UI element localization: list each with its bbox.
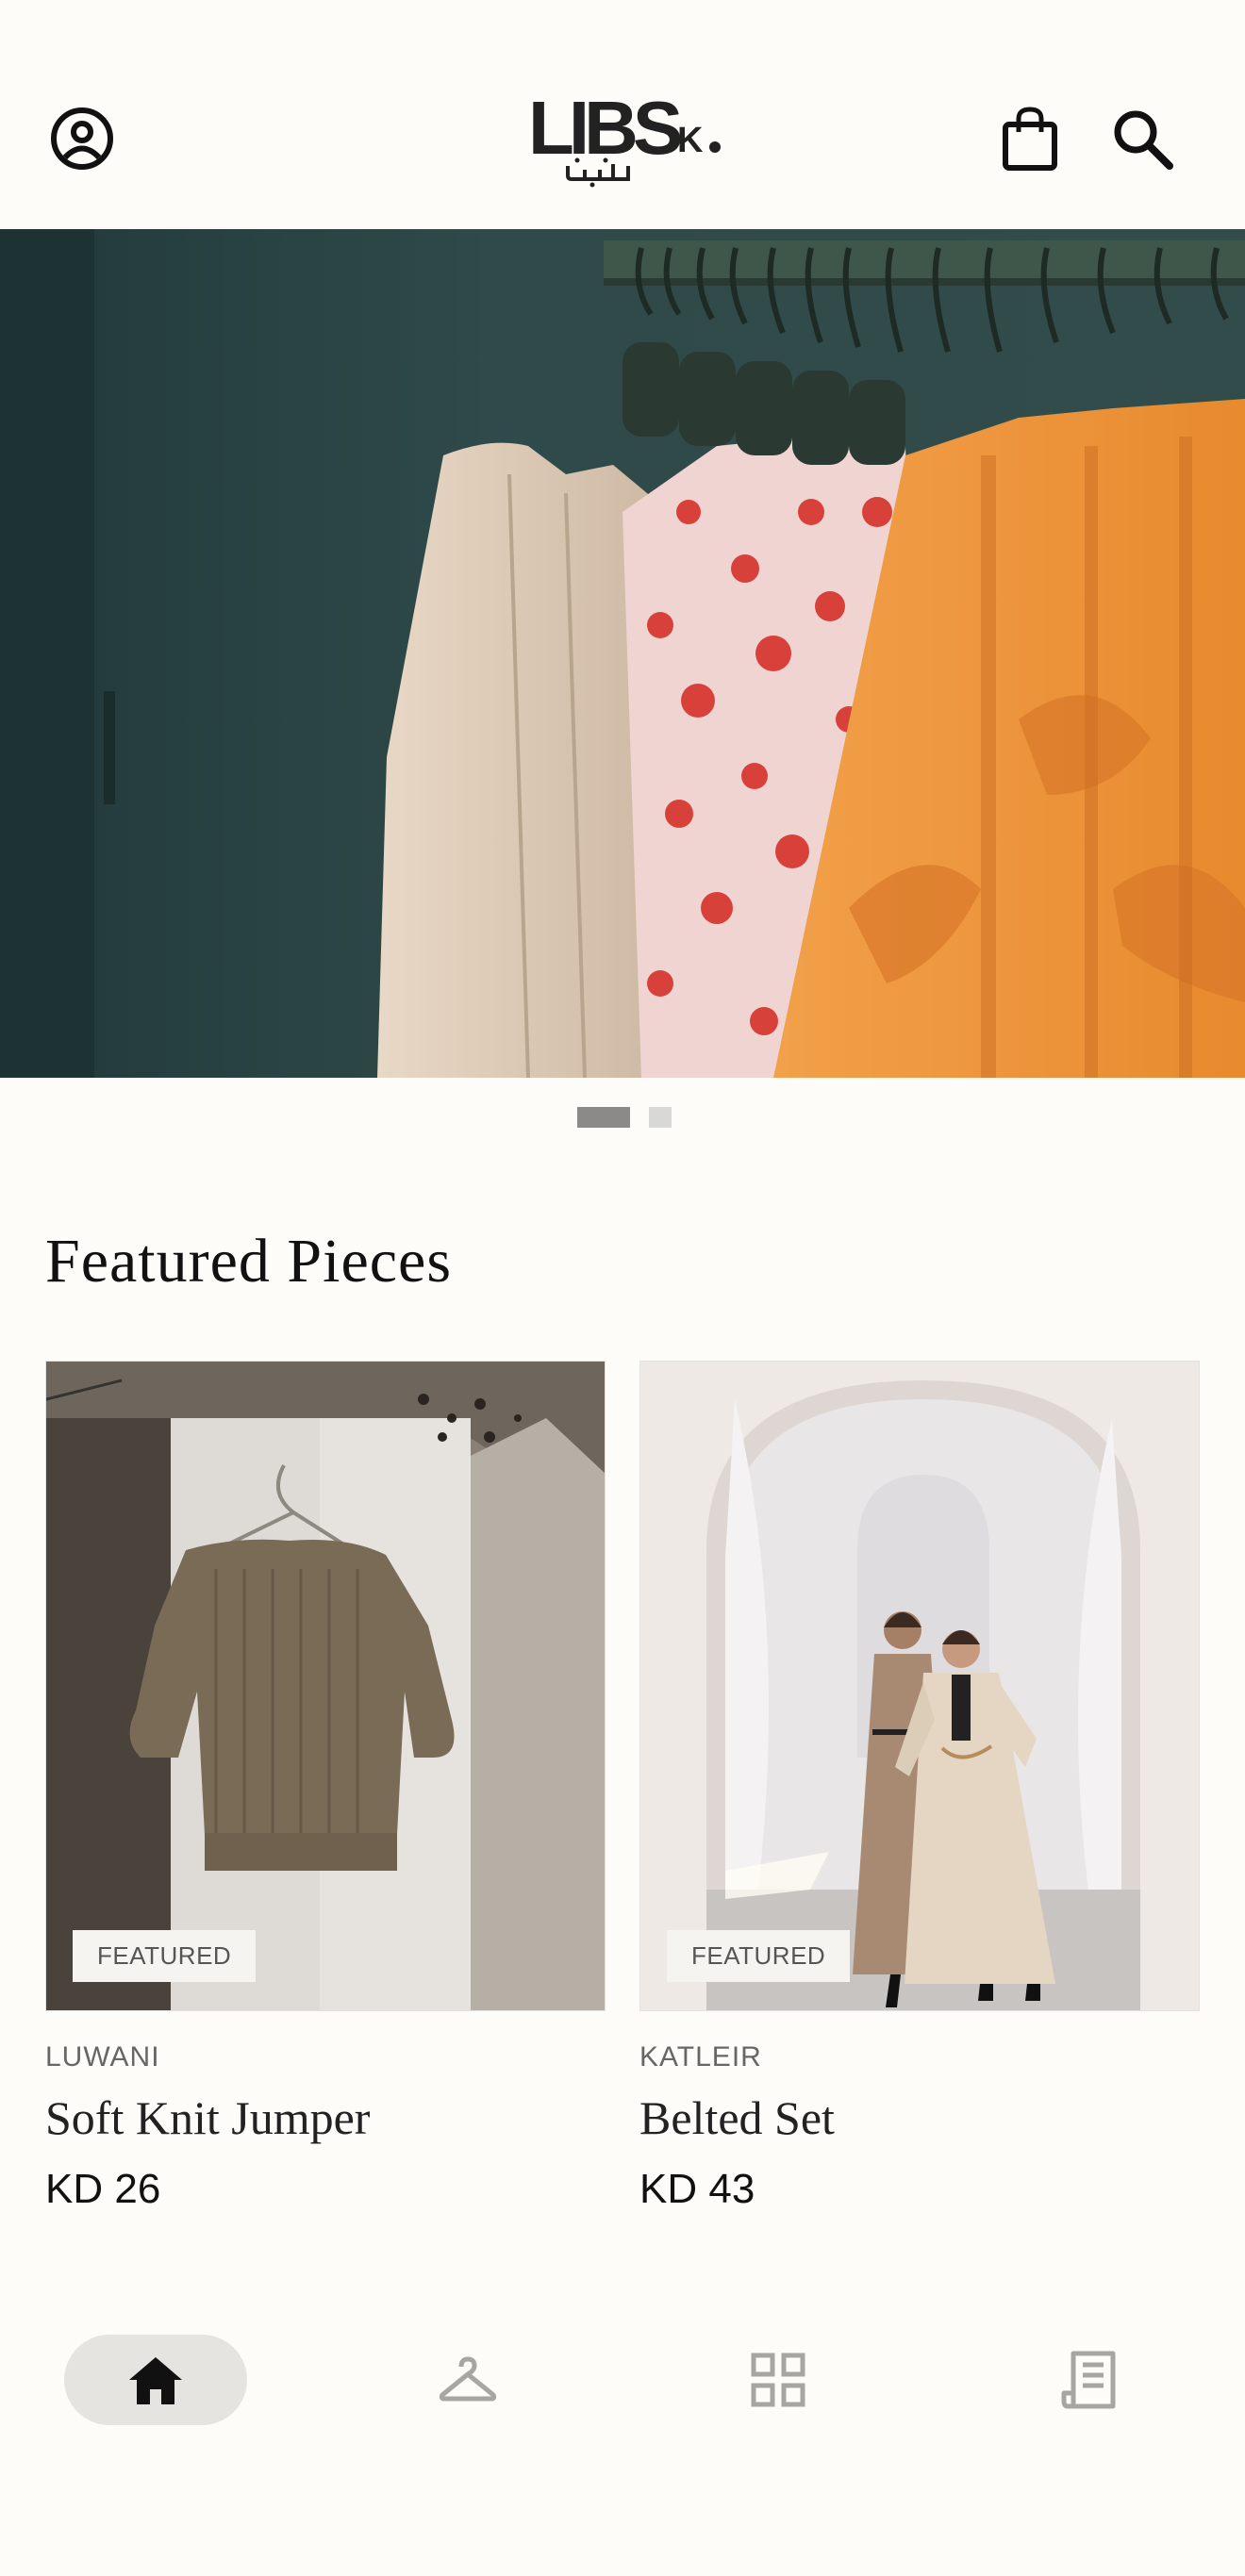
search-icon [1114, 110, 1173, 170]
product-image[interactable]: FEATURED [639, 1361, 1200, 2011]
nav-wardrobe[interactable] [421, 2335, 515, 2425]
shopping-bag-icon [1003, 107, 1057, 171]
nav-categories[interactable] [731, 2335, 825, 2425]
product-brand: KATLEIR [639, 2041, 762, 2072]
nav-orders[interactable] [1041, 2335, 1136, 2425]
product-name[interactable]: Soft Knit Jumper [45, 2090, 606, 2145]
section-title: Featured Pieces [45, 1227, 453, 1296]
featured-badge: FEATURED [73, 1930, 257, 1982]
account-button[interactable] [38, 94, 126, 183]
featured-badge: FEATURED [667, 1930, 851, 1982]
brand-logo[interactable]: LIBS K [528, 91, 726, 194]
bottom-navigation [0, 2310, 1245, 2480]
knit-jumper-photo [46, 1362, 605, 2010]
nav-home[interactable] [64, 2335, 247, 2425]
home-icon [129, 2357, 182, 2404]
app-header: LIBS K [0, 0, 1245, 229]
logo-arabic-mark [566, 157, 630, 188]
hanger-icon [439, 2356, 497, 2402]
shopping-bag-button[interactable] [988, 94, 1071, 183]
product-image[interactable]: FEATURED [45, 1361, 606, 2011]
product-brand: LUWANI [45, 2041, 160, 2072]
grid-icon [751, 2353, 805, 2407]
logo-text: LIBS [528, 86, 683, 170]
logo-dot [709, 141, 721, 153]
receipt-icon [1061, 2351, 1116, 2409]
product-price: KD 43 [639, 2166, 755, 2212]
search-button[interactable] [1098, 94, 1187, 183]
clothing-rack-photo [0, 229, 1245, 1078]
logo-suffix: K [677, 121, 704, 160]
carousel-indicators [577, 1106, 672, 1129]
product-card[interactable]: FEATURED LUWANI Soft Knit Jumper KD 26 [45, 1361, 606, 2213]
carousel-dot[interactable] [649, 1107, 672, 1128]
belted-set-photo [640, 1362, 1199, 2010]
hero-banner-image[interactable] [0, 229, 1245, 1078]
product-card[interactable]: FEATURED KATLEIR Belted Set KD 43 [639, 1361, 1200, 2213]
carousel-dot-active[interactable] [577, 1107, 630, 1128]
product-price: KD 26 [45, 2166, 161, 2212]
product-name[interactable]: Belted Set [639, 2090, 1200, 2145]
account-circle-icon [51, 107, 113, 170]
